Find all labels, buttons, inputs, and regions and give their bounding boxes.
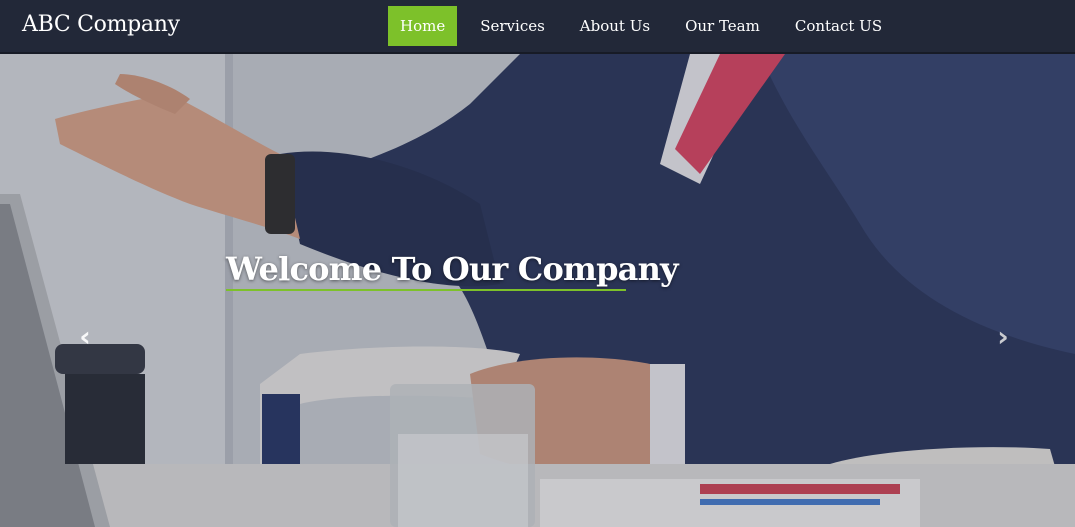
headline-underline bbox=[226, 289, 626, 291]
main-nav: Home Services About Us Our Team Contact … bbox=[388, 6, 905, 46]
brand-logo-text[interactable]: ABC Company bbox=[22, 12, 180, 37]
nav-item-our-team[interactable]: Our Team bbox=[673, 6, 772, 46]
top-navbar: ABC Company Home Services About Us Our T… bbox=[0, 0, 1075, 54]
hero-carousel: Welcome To Our Company ‹ › bbox=[0, 54, 1075, 527]
chevron-right-icon[interactable]: › bbox=[988, 322, 1018, 352]
nav-item-services[interactable]: Services bbox=[468, 6, 557, 46]
hero-headline: Welcome To Our Company bbox=[226, 250, 679, 288]
nav-item-home[interactable]: Home bbox=[388, 6, 458, 46]
nav-item-about-us[interactable]: About Us bbox=[568, 6, 662, 46]
chevron-left-icon[interactable]: ‹ bbox=[70, 322, 100, 352]
nav-item-contact-us[interactable]: Contact US bbox=[783, 6, 894, 46]
